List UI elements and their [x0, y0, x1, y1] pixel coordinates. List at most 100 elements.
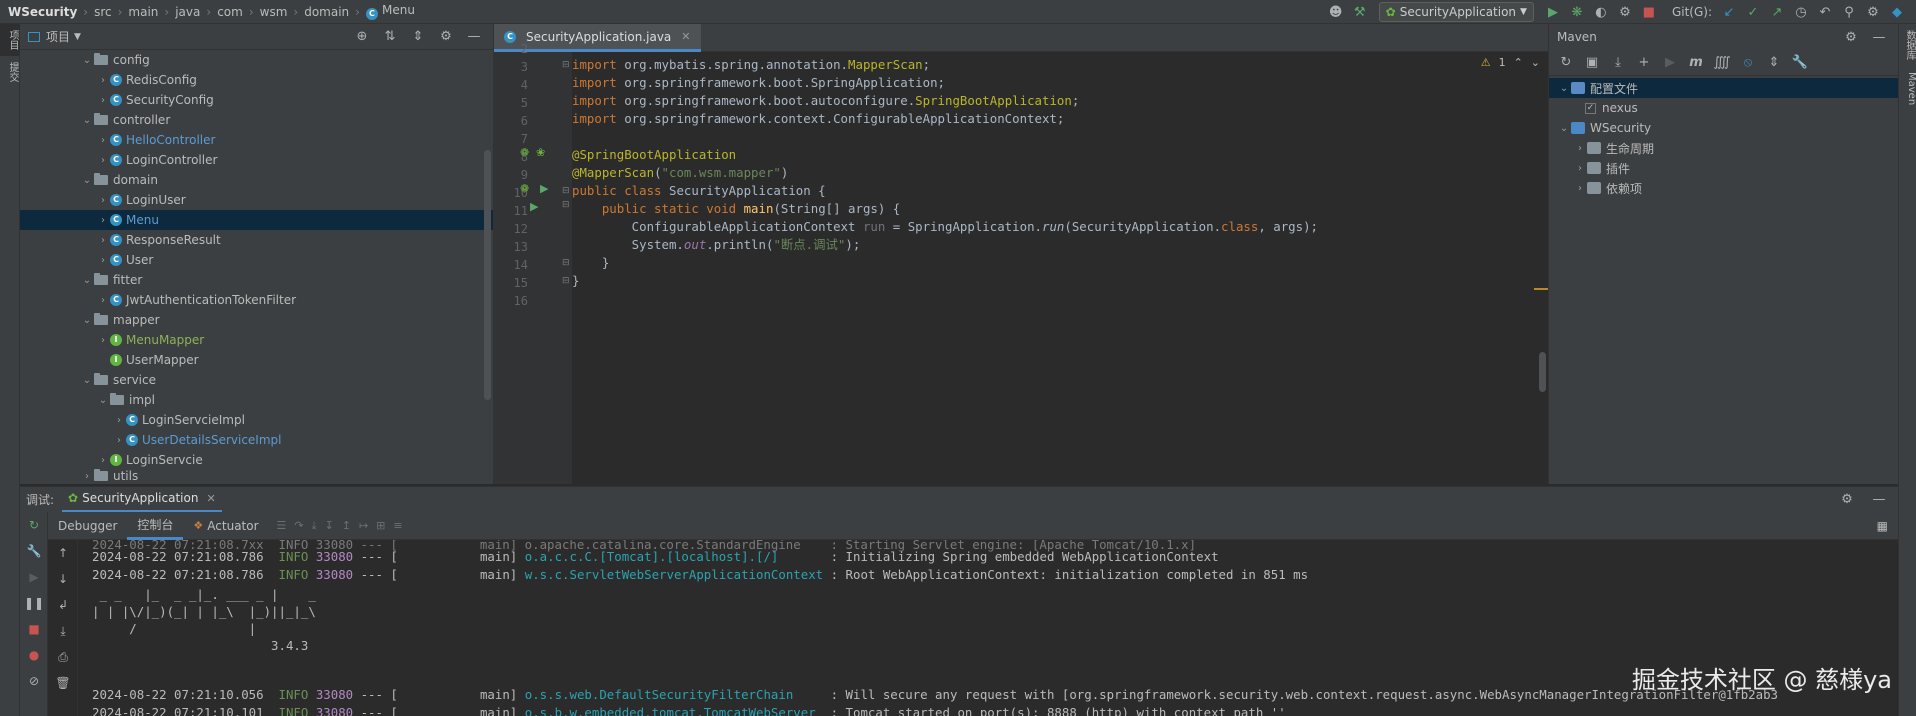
- inspection-widget[interactable]: ⚠ 1 ⌃ ⌄: [1481, 56, 1540, 69]
- git-update-icon[interactable]: ↙: [1718, 1, 1740, 23]
- chevron-down-icon[interactable]: ⌄: [80, 315, 94, 326]
- fold-icon[interactable]: ⊟: [562, 258, 570, 268]
- chevron-right-icon[interactable]: ›: [112, 415, 126, 426]
- run-gutter-icon[interactable]: ▶: [530, 200, 538, 213]
- step-out-icon[interactable]: ↥: [342, 519, 351, 533]
- show-execution-point-icon[interactable]: ↷: [294, 519, 303, 533]
- run-configuration-select[interactable]: ✿ SecurityApplication ▼: [1378, 2, 1534, 22]
- project-tree-item[interactable]: › C LoginUser: [20, 190, 493, 210]
- project-panel-title[interactable]: 项目: [46, 28, 70, 45]
- project-tree-item[interactable]: ⌄ service: [20, 370, 493, 390]
- chevron-down-icon[interactable]: ▼: [74, 32, 81, 42]
- chevron-right-icon[interactable]: ›: [96, 295, 110, 306]
- maven-tree-item[interactable]: › 依赖项: [1549, 178, 1898, 198]
- chevron-down-icon[interactable]: ⌄: [1557, 83, 1571, 94]
- project-tree-item[interactable]: ⌄ config: [20, 50, 493, 70]
- collapse-all-icon[interactable]: ⇕: [1763, 52, 1785, 74]
- chevron-right-icon[interactable]: ›: [96, 235, 110, 246]
- user-icon[interactable]: ☻: [1325, 1, 1347, 23]
- print-icon[interactable]: ⎙: [48, 644, 78, 670]
- warning-stripe-marker[interactable]: [1534, 288, 1548, 290]
- chevron-down-icon[interactable]: ⌄: [80, 375, 94, 386]
- chevron-right-icon[interactable]: ›: [96, 155, 110, 166]
- project-tree-item[interactable]: › utils: [20, 469, 493, 483]
- breadcrumb-item[interactable]: main: [128, 5, 158, 19]
- chevron-right-icon[interactable]: ›: [1573, 163, 1587, 174]
- skip-tests-icon[interactable]: ⦸: [1737, 52, 1759, 74]
- toggle-offline-icon[interactable]: ⨌: [1711, 52, 1733, 74]
- database-tool-tab[interactable]: 数据库: [1899, 24, 1916, 66]
- view-breakpoints-icon[interactable]: ●: [20, 642, 48, 668]
- hide-icon[interactable]: —: [463, 26, 485, 48]
- console-output[interactable]: 2024-08-22 07:21:08.7xx INFO 33080 --- […: [78, 540, 1898, 716]
- project-tree-item[interactable]: › C HelloController: [20, 130, 493, 150]
- generate-sources-icon[interactable]: ▣: [1581, 52, 1603, 74]
- project-tree-item[interactable]: › C User: [20, 250, 493, 270]
- project-tree-item[interactable]: › C UserDetailsServiceImpl: [20, 430, 493, 450]
- project-tree-item[interactable]: › C LoginController: [20, 150, 493, 170]
- settings-icon[interactable]: ⚙: [435, 26, 457, 48]
- maven-tree-item[interactable]: ⌄ WSecurity: [1549, 118, 1898, 138]
- trace-icon[interactable]: ≡: [393, 519, 402, 533]
- chevron-down-icon[interactable]: ⌄: [80, 115, 94, 126]
- chevron-down-icon[interactable]: ⌄: [80, 55, 94, 66]
- collapse-all-icon[interactable]: ⇕: [407, 26, 429, 48]
- resume-icon[interactable]: ▶: [20, 564, 48, 590]
- chevron-right-icon[interactable]: ›: [96, 255, 110, 266]
- build-hammer-icon[interactable]: ⚒: [1349, 1, 1371, 23]
- plugin-icon[interactable]: ◆: [1886, 1, 1908, 23]
- evaluate-icon[interactable]: ⊞: [376, 519, 385, 533]
- history-icon[interactable]: ◷: [1790, 1, 1812, 23]
- close-icon[interactable]: ✕: [206, 492, 215, 505]
- scroll-down-icon[interactable]: ↓: [48, 566, 78, 592]
- locate-icon[interactable]: ⊕: [351, 26, 373, 48]
- rerun-icon[interactable]: ↻: [20, 512, 48, 538]
- maven-tree-item[interactable]: ✓ nexus: [1549, 98, 1898, 118]
- download-icon[interactable]: ⤓: [1607, 52, 1629, 74]
- run-gutter-icon[interactable]: ▶: [540, 182, 548, 195]
- chevron-right-icon[interactable]: ›: [96, 455, 110, 466]
- git-push-icon[interactable]: ↗: [1766, 1, 1788, 23]
- chevron-down-icon[interactable]: ⌄: [96, 395, 110, 406]
- maven-tree-item[interactable]: › 插件: [1549, 158, 1898, 178]
- profile-checkbox[interactable]: ✓: [1585, 102, 1596, 114]
- project-tool-tab[interactable]: 项目: [0, 24, 20, 56]
- step-into-icon[interactable]: ↧: [325, 519, 334, 533]
- project-tree-item[interactable]: ⌄ mapper: [20, 310, 493, 330]
- hide-icon[interactable]: —: [1868, 26, 1890, 48]
- stop-icon[interactable]: ■: [1638, 1, 1660, 23]
- breadcrumb-item[interactable]: C Menu: [365, 3, 415, 20]
- breadcrumb-item[interactable]: wsm: [260, 5, 288, 19]
- layout-icon[interactable]: ▦: [1877, 519, 1888, 533]
- fold-icon[interactable]: ⊟: [562, 200, 570, 210]
- settings-icon[interactable]: ⚙: [1840, 26, 1862, 48]
- chevron-right-icon[interactable]: ›: [96, 95, 110, 106]
- tab-actuator[interactable]: ❖ Actuator: [183, 512, 268, 540]
- expand-all-icon[interactable]: ⇅: [379, 26, 401, 48]
- breadcrumb-item[interactable]: domain: [304, 5, 349, 19]
- menu-icon[interactable]: ☰: [277, 519, 287, 533]
- add-icon[interactable]: +: [1633, 52, 1655, 74]
- project-tree-item[interactable]: I UserMapper: [20, 350, 493, 370]
- maven-tree-item[interactable]: ⌄ 配置文件: [1549, 78, 1898, 98]
- project-tree-item[interactable]: › I MenuMapper: [20, 330, 493, 350]
- settings-icon[interactable]: ⚙: [1862, 1, 1884, 23]
- project-tree-item[interactable]: ⌄ domain: [20, 170, 493, 190]
- profile-icon[interactable]: ⚙: [1614, 1, 1636, 23]
- breadcrumb-item[interactable]: java: [175, 5, 200, 19]
- spring-boot-gutter-icon[interactable]: ❀: [536, 146, 545, 159]
- hide-icon[interactable]: —: [1868, 489, 1890, 511]
- chevron-right-icon[interactable]: ›: [96, 215, 110, 226]
- editor-scrollbar[interactable]: [1539, 352, 1546, 392]
- fold-icon[interactable]: ⊟: [562, 60, 570, 70]
- scroll-to-end-icon[interactable]: ⤓: [48, 618, 78, 644]
- git-commit-icon[interactable]: ✓: [1742, 1, 1764, 23]
- settings-icon[interactable]: ⚙: [1836, 489, 1858, 511]
- chevron-right-icon[interactable]: ›: [96, 135, 110, 146]
- project-tree-item[interactable]: › C Menu: [20, 210, 493, 230]
- chevron-down-icon[interactable]: ⌄: [80, 175, 94, 186]
- execute-goal-icon[interactable]: m: [1685, 52, 1707, 74]
- project-tree-item[interactable]: ⌄ fitter: [20, 270, 493, 290]
- code-editor[interactable]: import org.mybatis.spring.annotation.Map…: [572, 52, 1548, 484]
- spring-bean-gutter-icon[interactable]: ❁: [520, 146, 529, 159]
